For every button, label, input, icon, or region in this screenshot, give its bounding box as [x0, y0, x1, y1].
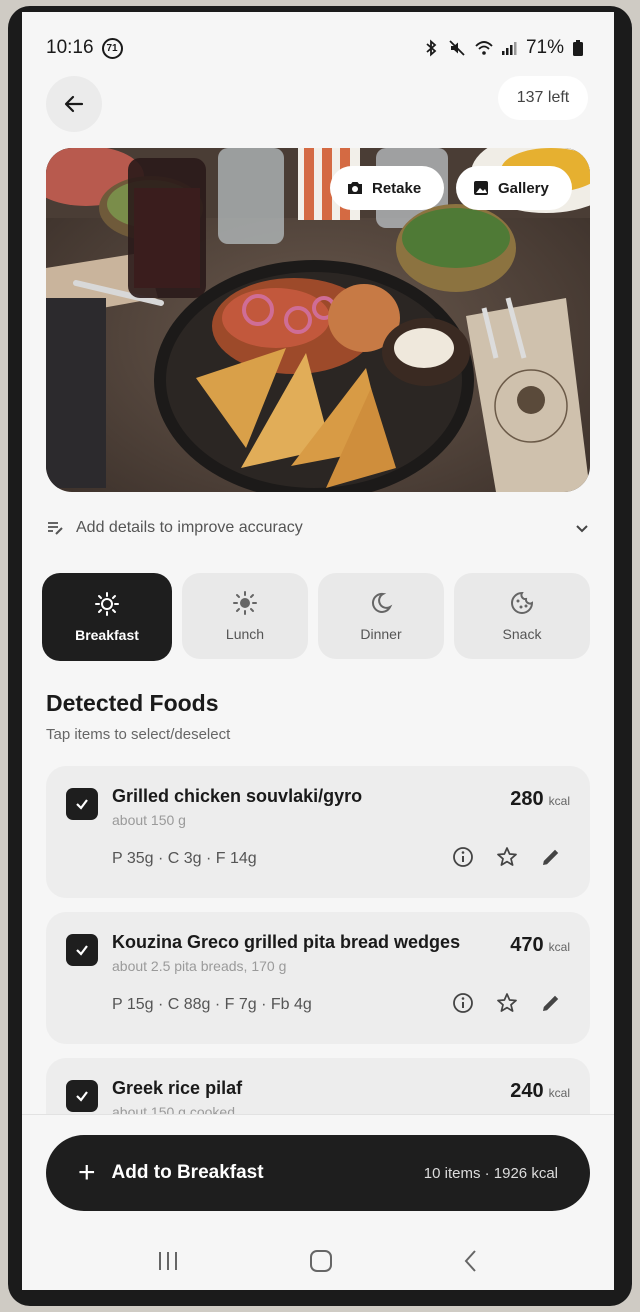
food-item-card[interactable]: Grilled chicken souvlaki/gyro about 150 … [46, 766, 590, 898]
edit-notes-icon [48, 522, 63, 535]
star-icon[interactable] [496, 846, 518, 868]
status-bar: 10:16 71 71% [22, 12, 614, 84]
camera-icon [348, 182, 362, 194]
tab-snack[interactable]: Snack [454, 573, 590, 659]
food-item-card[interactable]: Kouzina Greco grilled pita bread wedges … [46, 912, 590, 1044]
notification-count-badge: 71 [101, 37, 123, 59]
back-nav-icon[interactable] [462, 1249, 480, 1278]
food-item-calories: 280 kcal [510, 788, 570, 811]
check-icon [76, 799, 88, 810]
gallery-button[interactable]: Gallery [456, 166, 572, 210]
cookie-icon [511, 591, 534, 614]
kcal-value: 280 [510, 788, 544, 810]
add-to-meal-button[interactable]: + Add to Breakfast 10 items · 1926 kcal [46, 1135, 590, 1211]
food-item-actions [452, 992, 562, 1014]
add-button-label: Add to Breakfast [111, 1162, 264, 1183]
kcal-value: 470 [510, 934, 544, 956]
moon-icon [371, 592, 393, 613]
food-item-amount: about 2.5 pita breads, 170 g [112, 958, 287, 974]
battery-icon [572, 39, 590, 57]
kcal-value: 240 [510, 1080, 544, 1102]
tab-dinner[interactable]: Dinner [318, 573, 444, 659]
edit-icon[interactable] [540, 992, 562, 1014]
add-button-summary: 10 items · 1926 kcal [423, 1164, 558, 1182]
bluetooth-icon [422, 39, 440, 57]
chevron-down-icon [576, 525, 588, 533]
home-icon[interactable] [309, 1249, 333, 1278]
food-item-calories: 240 kcal [510, 1080, 570, 1103]
add-details-toggle[interactable]: Add details to improve accuracy [46, 512, 590, 544]
bottom-action-area: + Add to Breakfast 10 items · 1926 kcal [22, 1114, 614, 1290]
section-subtitle: Tap items to select/deselect [46, 726, 231, 743]
signal-icon [500, 39, 518, 57]
retake-label: Retake [372, 179, 422, 197]
food-photo: Retake Gallery [46, 148, 590, 492]
section-title: Detected Foods [46, 690, 219, 716]
kcal-unit: kcal [548, 940, 570, 954]
status-time: 10:16 [46, 37, 94, 58]
arrow-left-icon [64, 95, 84, 113]
sun-icon [233, 591, 257, 615]
recent-apps-icon[interactable] [156, 1250, 180, 1277]
food-item-actions [452, 846, 562, 868]
system-nav-bar [22, 1235, 614, 1290]
tab-lunch[interactable]: Lunch [182, 573, 308, 659]
gallery-label: Gallery [498, 179, 549, 197]
food-item-name: Kouzina Greco grilled pita bread wedges [112, 932, 461, 952]
sunrise-icon [95, 592, 119, 616]
food-item-name: Grilled chicken souvlaki/gyro [112, 786, 363, 806]
plus-icon: + [78, 1156, 96, 1189]
food-item-calories: 470 kcal [510, 934, 570, 957]
tab-snack-label: Snack [502, 626, 542, 642]
meal-type-selector: Breakfast Lunch Dinner Snack [42, 573, 592, 661]
tab-dinner-label: Dinner [360, 626, 402, 642]
credits-remaining-badge: 137 left [498, 76, 588, 120]
tab-breakfast-label: Breakfast [75, 627, 139, 643]
wifi-icon [474, 39, 493, 57]
food-item-checkbox[interactable] [66, 1080, 98, 1112]
star-icon[interactable] [496, 992, 518, 1014]
kcal-unit: kcal [548, 794, 570, 808]
kcal-unit: kcal [548, 1086, 570, 1100]
mute-icon [448, 39, 466, 57]
food-item-macros: P 15g · C 88g · F 7g · Fb 4g [112, 996, 312, 1013]
edit-icon[interactable] [540, 846, 562, 868]
retake-button[interactable]: Retake [330, 166, 444, 210]
battery-percent: 71% [525, 37, 564, 58]
add-details-label: Add details to improve accuracy [76, 519, 303, 536]
info-icon[interactable] [452, 846, 474, 868]
food-item-checkbox[interactable] [66, 788, 98, 820]
app-screen: 10:16 71 71% 137 left Retake Gallery Add… [22, 12, 614, 1290]
food-item-amount: about 150 g [112, 812, 186, 828]
tab-lunch-label: Lunch [225, 626, 265, 642]
tab-breakfast[interactable]: Breakfast [42, 573, 172, 661]
info-icon[interactable] [452, 992, 474, 1014]
image-icon [474, 181, 488, 195]
check-icon [76, 945, 88, 956]
food-item-name: Greek rice pilaf [112, 1078, 243, 1098]
food-item-macros: P 35g · C 3g · F 14g [112, 850, 257, 867]
back-button[interactable] [46, 76, 102, 132]
food-item-checkbox[interactable] [66, 934, 98, 966]
check-icon [76, 1091, 88, 1102]
